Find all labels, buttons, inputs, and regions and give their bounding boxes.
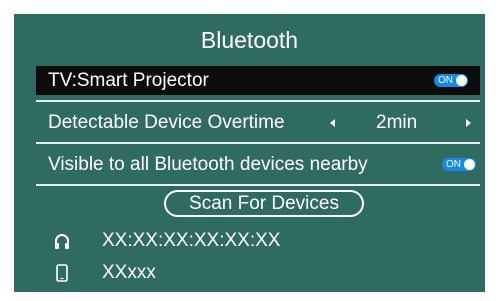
bluetooth-panel: Bluetooth TV:Smart Projector ON Detectab… — [12, 12, 487, 294]
arrow-left-icon[interactable] — [330, 119, 335, 127]
toggle-knob — [456, 75, 467, 86]
divider — [36, 142, 480, 144]
bluetooth-power-row[interactable]: TV:Smart Projector ON — [36, 66, 480, 95]
scan-for-devices-button[interactable]: Scan For Devices — [164, 190, 364, 217]
toggle-state: ON — [438, 75, 453, 86]
row-label: Visible to all Bluetooth devices nearby — [48, 154, 368, 175]
phone-icon — [56, 264, 68, 282]
bluetooth-toggle[interactable]: ON — [434, 74, 468, 87]
visibility-toggle[interactable]: ON — [442, 158, 476, 171]
visible-to-all-row[interactable]: Visible to all Bluetooth devices nearby … — [36, 150, 480, 179]
divider — [36, 100, 480, 102]
device-name: XXxxx — [102, 262, 156, 283]
page-title: Bluetooth — [200, 27, 299, 53]
overtime-value: 2min — [376, 112, 418, 133]
toggle-state: ON — [446, 159, 461, 170]
toggle-knob — [464, 159, 475, 170]
detectable-overtime-row[interactable]: Detectable Device Overtime 2min — [36, 108, 480, 137]
row-label: Detectable Device Overtime — [48, 112, 285, 133]
headphones-icon — [55, 234, 69, 249]
device-name: XX:XX:XX:XX:XX:XX — [102, 230, 281, 251]
row-label: TV:Smart Projector — [48, 70, 209, 91]
arrow-right-icon[interactable] — [466, 119, 471, 127]
divider — [36, 184, 480, 186]
